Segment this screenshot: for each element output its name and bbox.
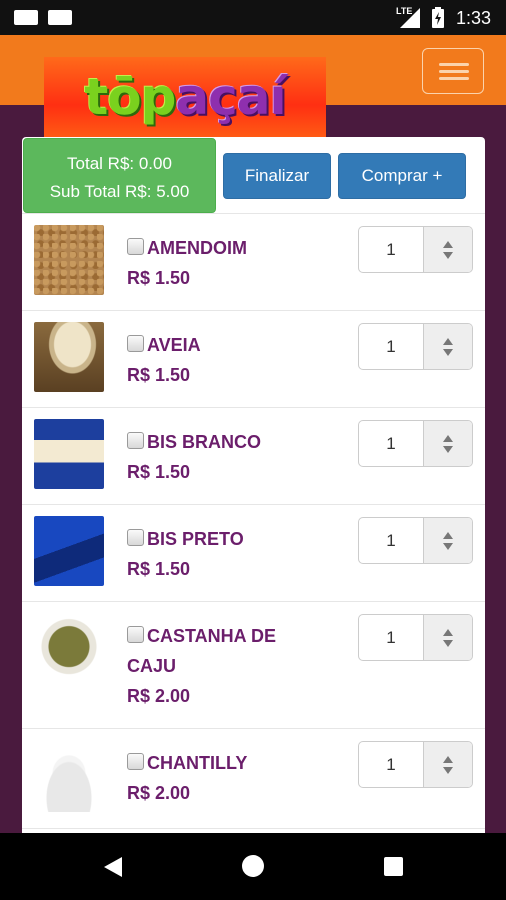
product-name: CHANTILLY xyxy=(147,753,248,773)
product-price: R$ 2.00 xyxy=(127,783,191,803)
product-checkbox[interactable] xyxy=(127,626,144,643)
chevron-up-icon[interactable] xyxy=(443,532,453,539)
product-name: AMENDOIM xyxy=(147,238,247,258)
product-image xyxy=(34,516,104,586)
chevron-down-icon[interactable] xyxy=(443,252,453,259)
quantity-arrows[interactable] xyxy=(423,227,472,272)
recents-icon[interactable] xyxy=(384,857,403,876)
product-name: BIS PRETO xyxy=(147,529,244,549)
chevron-up-icon[interactable] xyxy=(443,338,453,345)
product-image xyxy=(34,613,104,683)
product-checkbox[interactable] xyxy=(127,335,144,352)
quantity-arrows[interactable] xyxy=(423,421,472,466)
battery-icon xyxy=(432,7,444,28)
chevron-up-icon[interactable] xyxy=(443,241,453,248)
list-item: BIS BRANCO R$ 1.50 1 xyxy=(22,407,485,504)
buy-more-button[interactable]: Comprar + xyxy=(338,153,466,199)
product-name: CASTANHA DE CAJU xyxy=(127,626,276,676)
product-checkbox[interactable] xyxy=(127,529,144,546)
list-item: BIS PRETO R$ 1.50 1 xyxy=(22,504,485,601)
home-icon[interactable] xyxy=(242,855,264,877)
product-checkbox[interactable] xyxy=(127,238,144,255)
quantity-stepper[interactable]: 1 xyxy=(358,323,473,370)
chevron-down-icon[interactable] xyxy=(443,543,453,550)
quantity-arrows[interactable] xyxy=(423,518,472,563)
product-price: R$ 2.00 xyxy=(127,686,191,706)
chevron-down-icon[interactable] xyxy=(443,349,453,356)
product-checkbox[interactable] xyxy=(127,432,144,449)
chevron-down-icon[interactable] xyxy=(443,640,453,647)
product-image xyxy=(34,419,104,489)
signal-icon xyxy=(400,8,420,28)
quantity-arrows[interactable] xyxy=(423,324,472,369)
product-price: R$ 1.50 xyxy=(127,268,191,288)
totals-box: Total R$: 0.00 Sub Total R$: 5.00 xyxy=(23,138,216,213)
status-bar: LTE 1:33 xyxy=(0,0,506,35)
back-icon[interactable] xyxy=(104,857,122,877)
quantity-stepper[interactable]: 1 xyxy=(358,226,473,273)
navigation-bar xyxy=(0,833,506,900)
menu-button[interactable] xyxy=(422,48,484,94)
list-item: CHANTILLY R$ 2.00 1 xyxy=(22,728,485,828)
quantity-stepper[interactable]: 1 xyxy=(358,614,473,661)
chevron-down-icon[interactable] xyxy=(443,446,453,453)
notification-icon xyxy=(48,10,72,25)
chevron-down-icon[interactable] xyxy=(443,767,453,774)
product-price: R$ 1.50 xyxy=(127,462,191,482)
logo-text-top: tōp xyxy=(84,68,176,126)
notification-icon xyxy=(14,10,38,25)
list-item: AVEIA R$ 1.50 1 xyxy=(22,310,485,407)
cart-panel: Total R$: 0.00 Sub Total R$: 5.00 Finali… xyxy=(22,137,485,837)
product-list: AMENDOIM R$ 1.50 1 AVEIA R$ 1.50 1 BIS B… xyxy=(22,213,485,837)
product-image xyxy=(34,225,104,295)
product-checkbox[interactable] xyxy=(127,753,144,770)
quantity-value[interactable]: 1 xyxy=(359,421,423,466)
quantity-arrows[interactable] xyxy=(423,742,472,787)
quantity-value[interactable]: 1 xyxy=(359,324,423,369)
chevron-up-icon[interactable] xyxy=(443,435,453,442)
product-price: R$ 1.50 xyxy=(127,365,191,385)
total-label: Total R$: 0.00 xyxy=(67,154,172,173)
list-item: CASTANHA DE CAJU R$ 2.00 1 xyxy=(22,601,485,728)
logo-text-acai: açaí xyxy=(175,68,286,126)
quantity-value[interactable]: 1 xyxy=(359,227,423,272)
chevron-up-icon[interactable] xyxy=(443,756,453,763)
subtotal-label: Sub Total R$: 5.00 xyxy=(49,182,190,201)
finalize-button[interactable]: Finalizar xyxy=(223,153,331,199)
quantity-value[interactable]: 1 xyxy=(359,742,423,787)
chevron-up-icon[interactable] xyxy=(443,629,453,636)
quantity-stepper[interactable]: 1 xyxy=(358,517,473,564)
product-image xyxy=(34,322,104,392)
list-item: AMENDOIM R$ 1.50 1 xyxy=(22,213,485,310)
quantity-stepper[interactable]: 1 xyxy=(358,420,473,467)
clock: 1:33 xyxy=(456,8,492,28)
quantity-value[interactable]: 1 xyxy=(359,518,423,563)
product-price: R$ 1.50 xyxy=(127,559,191,579)
product-name: BIS BRANCO xyxy=(147,432,262,452)
logo: tōpaçaí xyxy=(44,57,326,137)
quantity-arrows[interactable] xyxy=(423,615,472,660)
product-name: AVEIA xyxy=(147,335,201,355)
quantity-stepper[interactable]: 1 xyxy=(358,741,473,788)
quantity-value[interactable]: 1 xyxy=(359,615,423,660)
product-image xyxy=(34,742,104,812)
